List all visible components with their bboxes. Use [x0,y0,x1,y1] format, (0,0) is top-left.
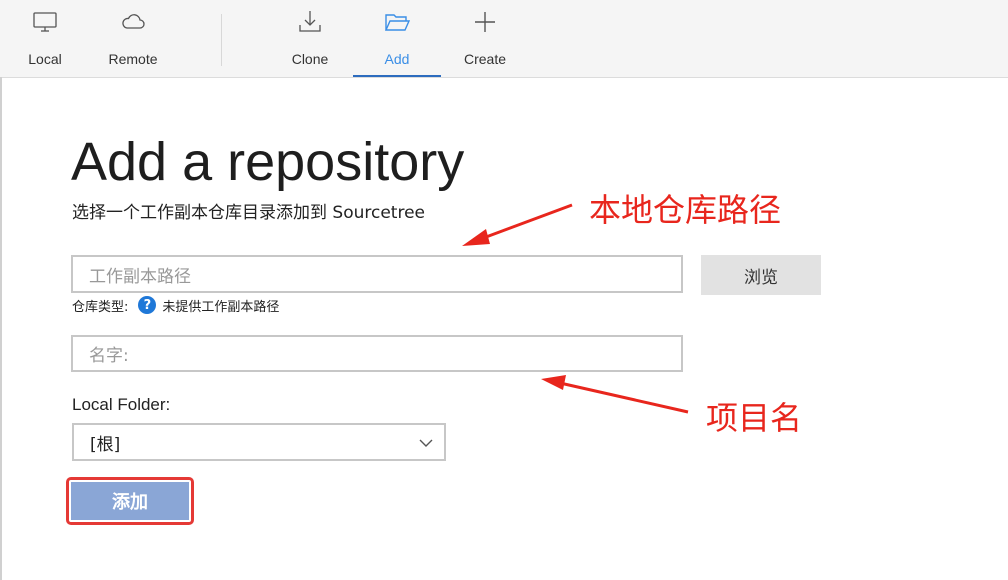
annotation-arrows [462,203,689,414]
annotation-path-note: 本地仓库路径 [589,191,782,229]
arrow-to-path-input [462,203,573,246]
annotation-name-note: 项目名 [706,399,803,437]
arrow-to-name-input [541,375,689,414]
